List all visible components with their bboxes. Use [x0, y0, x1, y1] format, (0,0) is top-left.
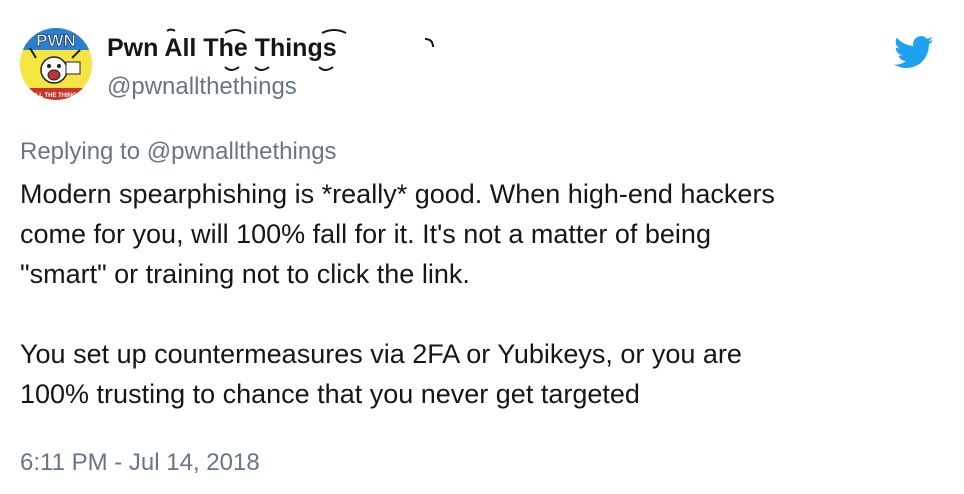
svg-text:ALL THE THINGS: ALL THE THINGS	[31, 93, 81, 99]
tweet-blank-line	[20, 294, 950, 334]
tweet-body: Modern spearphishing is *really* good. W…	[20, 174, 950, 414]
tweet-card: PWN ALL THE THINGS Pwn All The Things @p…	[0, 0, 964, 494]
display-name[interactable]: Pwn All The Things	[107, 28, 434, 71]
tweet-line: 100% trusting to chance that you never g…	[20, 379, 640, 409]
tweet-timestamp[interactable]: 6:11 PM - Jul 14, 2018	[20, 448, 260, 478]
tweet-line: come for you, will 100% fall for it. It'…	[20, 219, 711, 249]
svg-text:PWN: PWN	[36, 31, 76, 50]
replying-to: Replying to @pwnallthethings	[20, 137, 337, 167]
avatar[interactable]: PWN ALL THE THINGS	[20, 28, 92, 100]
display-name-text: Pwn All The Things	[107, 34, 337, 62]
tweet-line: "smart" or training not to click the lin…	[20, 259, 470, 289]
author-handle[interactable]: @pwnallthethings	[107, 72, 297, 102]
tweet-line: Modern spearphishing is *really* good. W…	[20, 179, 775, 209]
replying-prefix: Replying to	[20, 138, 141, 165]
tweet-line: You set up countermeasures via 2FA or Yu…	[20, 339, 742, 369]
pwn-meme-avatar-icon: PWN ALL THE THINGS	[20, 28, 92, 100]
replying-handle-link[interactable]: @pwnallthethings	[147, 138, 337, 165]
twitter-bird-icon[interactable]	[894, 36, 934, 69]
